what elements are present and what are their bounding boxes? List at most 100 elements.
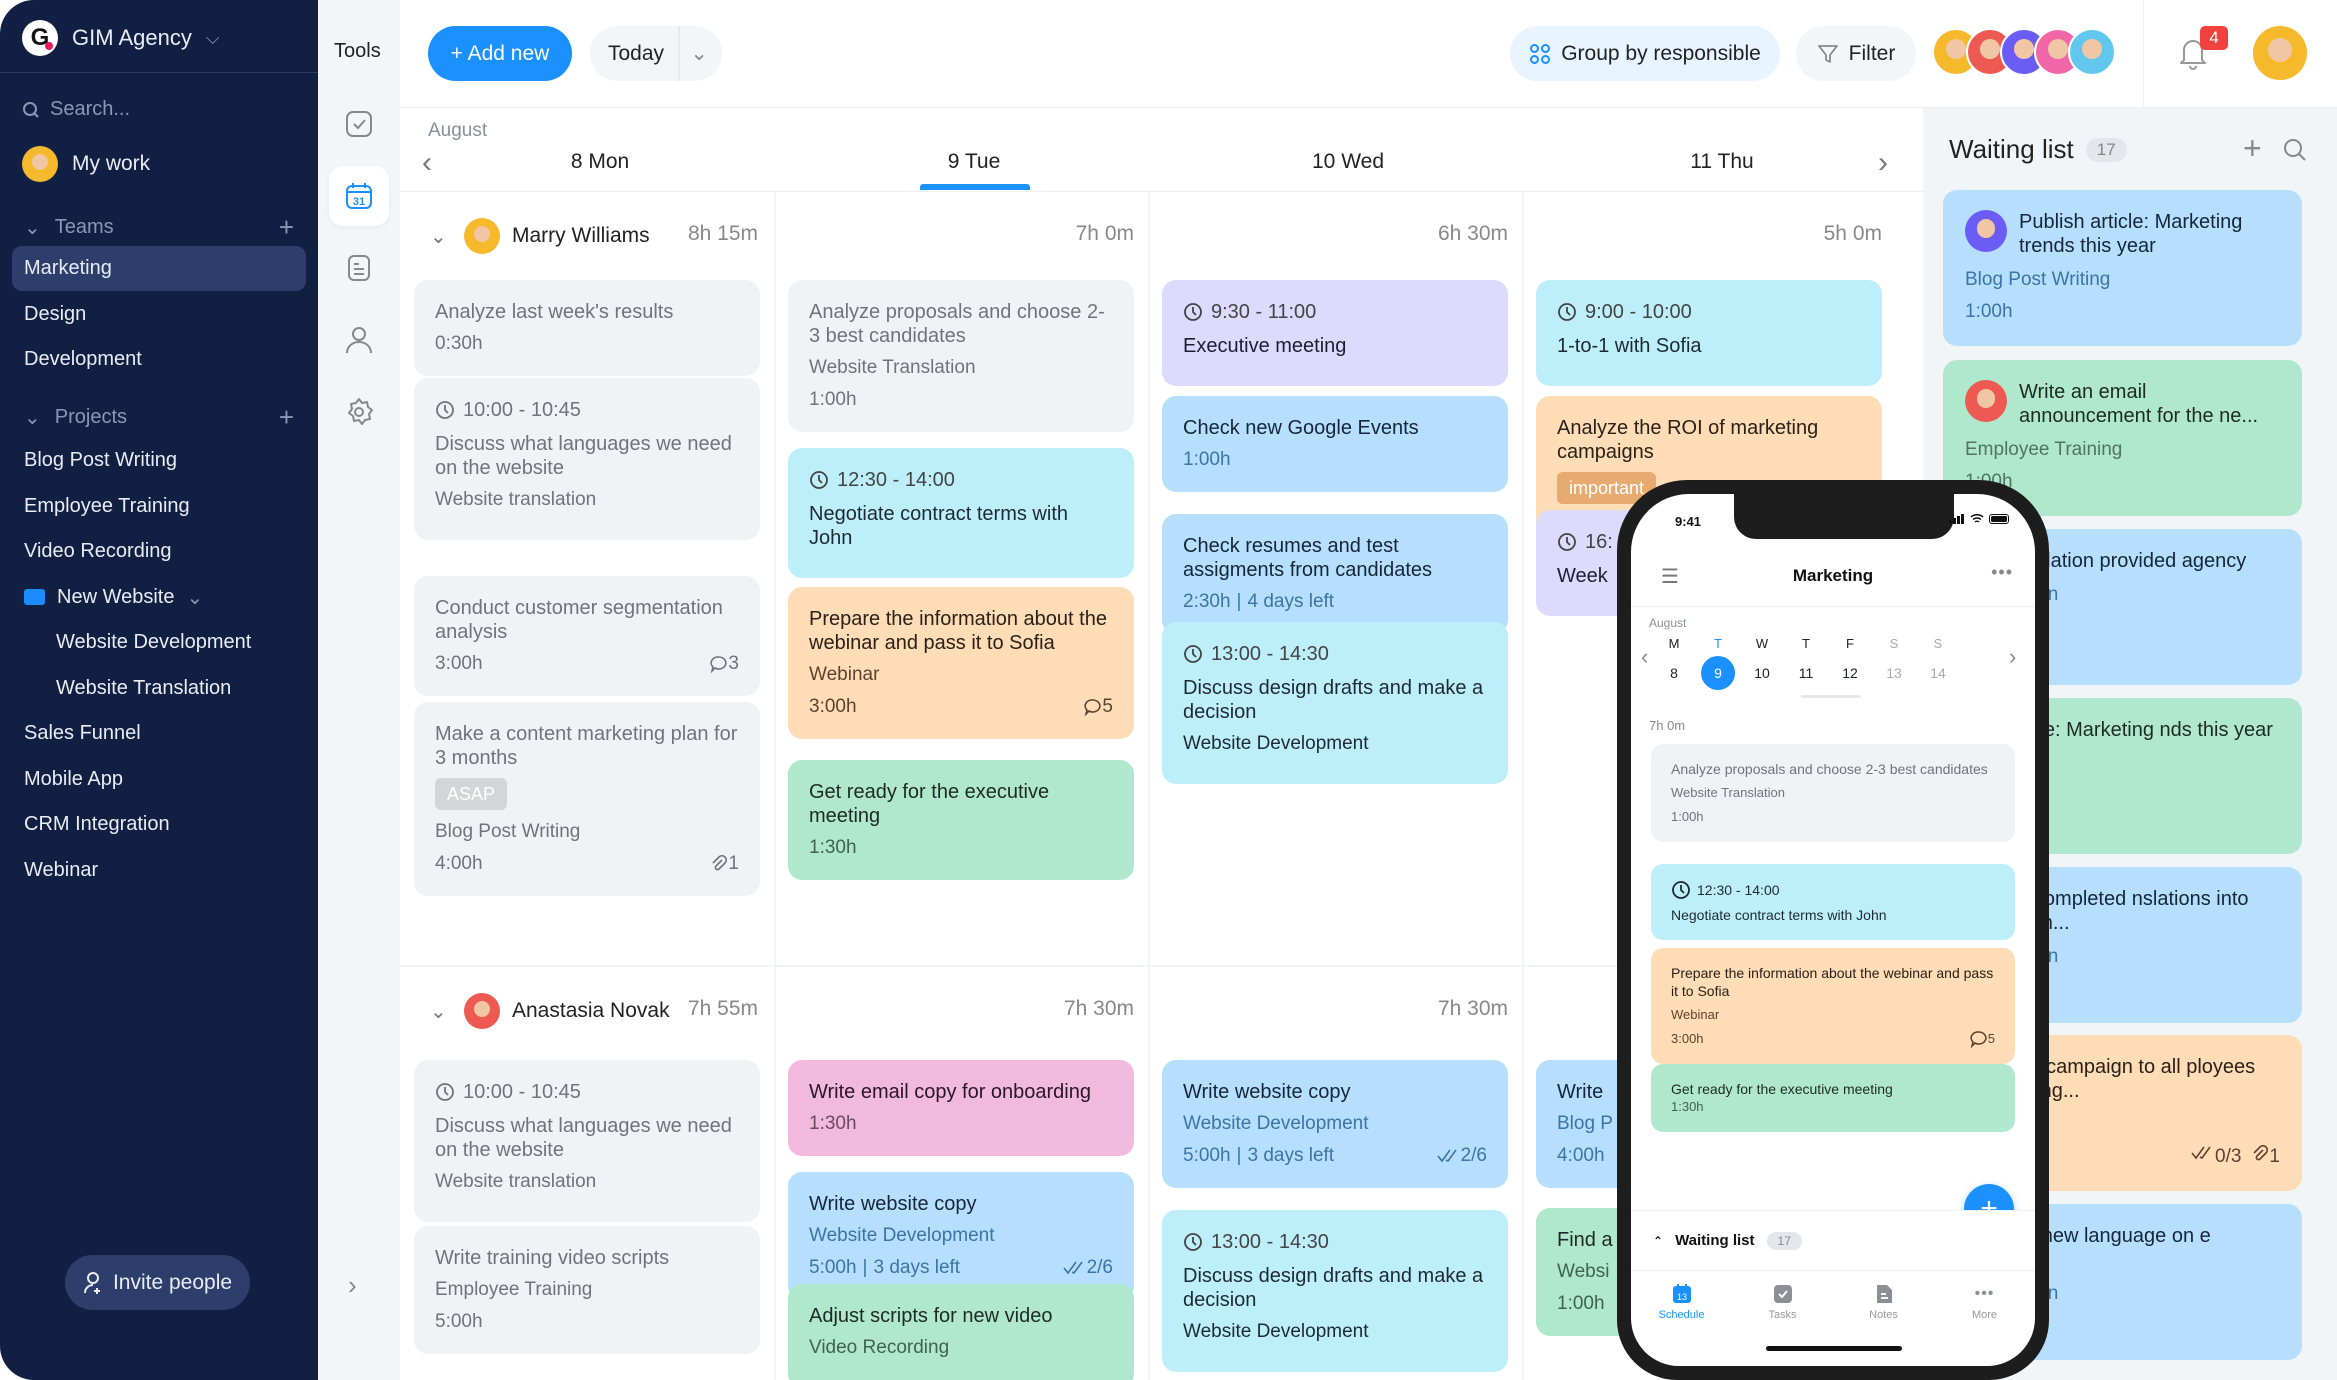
tab-notes[interactable]: Notes (1833, 1271, 1934, 1330)
sidebar-item-team[interactable]: Marketing (12, 246, 306, 291)
add-team-icon[interactable]: + (279, 212, 294, 243)
task-card[interactable]: 13:00 - 14:30 Discuss design drafts and m… (1162, 622, 1508, 784)
search-input[interactable]: Search... (22, 98, 130, 121)
sidebar-item-project[interactable]: Video Recording (12, 529, 306, 574)
date-cell[interactable]: 10 (1745, 656, 1779, 690)
date-cell[interactable]: 12 (1833, 656, 1867, 690)
chevron-down-icon[interactable]: ⌄ (430, 224, 452, 249)
notes-icon (1876, 1285, 1892, 1303)
tool-people[interactable] (329, 310, 389, 370)
date-cell[interactable]: 9 (1701, 656, 1735, 690)
prev-week-icon[interactable]: ‹ (1641, 644, 1648, 670)
tool-tasks[interactable] (329, 94, 389, 154)
org-switcher[interactable]: G GIM Agency ⌵ (22, 20, 220, 56)
time-range: 9:30 - 11:00 (1183, 300, 1487, 324)
divider (678, 26, 680, 81)
task-card[interactable]: 10:00 - 10:45 Discuss what languages we n… (414, 1060, 760, 1222)
task-card[interactable]: 12:30 - 14:00 Negotiate contract terms wi… (788, 448, 1134, 578)
task-card[interactable]: Write email copy for onboarding 1:30h (788, 1060, 1134, 1156)
tool-notes[interactable] (329, 238, 389, 298)
sidebar-item-project[interactable]: Website Translation (12, 666, 306, 711)
user-avatar[interactable] (2253, 26, 2307, 80)
task-card[interactable]: Adjust scripts for new video Video Record… (788, 1284, 1134, 1380)
next-week-icon[interactable]: › (2009, 644, 2016, 670)
task-card[interactable]: Get ready for the executive meeting 1:30h (788, 760, 1134, 880)
more-icon[interactable]: ••• (1991, 562, 2013, 583)
drag-handle[interactable] (1801, 695, 1861, 698)
task-card[interactable]: 9:00 - 10:00 1-to-1 with Sofia (1536, 280, 1882, 386)
sidebar-item-team[interactable]: Development (12, 337, 306, 382)
search-icon[interactable] (2283, 138, 2307, 162)
task-card[interactable]: Prepare the information about the webina… (788, 587, 1134, 739)
tab-tasks[interactable]: Tasks (1732, 1271, 1833, 1330)
projects-section-header[interactable]: ⌄ Projects + (24, 402, 294, 433)
attachment-text: 1 (2269, 1146, 2280, 1167)
task-card[interactable]: 10:00 - 10:45 Discuss what languages we n… (414, 378, 760, 540)
next-week-icon[interactable]: › (1878, 146, 1888, 180)
task-card[interactable]: Write website copy Website Development 5:0… (1162, 1060, 1508, 1188)
task-card[interactable]: Analyze proposals and choose 2-3 best ca… (788, 280, 1134, 432)
date-cell[interactable]: 14 (1921, 656, 1955, 690)
chevron-down-icon[interactable]: ⌄ (186, 585, 203, 610)
group-by-button[interactable]: Group by responsible (1510, 26, 1780, 81)
teams-section-header[interactable]: ⌄ Teams + (24, 212, 294, 243)
today-button[interactable]: Today ⌄ (590, 26, 722, 81)
tool-calendar[interactable]: 31 (329, 166, 389, 226)
my-work-link[interactable]: My work (22, 146, 150, 182)
day-header-selected[interactable]: 9 Tue (874, 150, 1074, 174)
tab-more[interactable]: ••• More (1934, 1271, 2035, 1330)
task-card[interactable]: 9:30 - 11:00 Executive meeting (1162, 280, 1508, 386)
attachment-icon (2253, 1145, 2269, 1161)
tool-settings[interactable] (329, 382, 389, 442)
chevron-down-icon[interactable]: ⌄ (690, 41, 708, 66)
task-meta-row: 3:00h 5 (809, 695, 1113, 719)
avatar[interactable] (2068, 28, 2116, 76)
tab-schedule[interactable]: 13 Schedule (1631, 1271, 1732, 1330)
expand-chevron-icon[interactable]: › (348, 1270, 357, 1301)
task-card[interactable]: Make a content marketing plan for 3 mont… (414, 702, 760, 896)
task-card[interactable]: Write website copy Website Development 5:0… (788, 1172, 1134, 1300)
sidebar-item-project[interactable]: Blog Post Writing (12, 438, 306, 483)
date-cell[interactable]: 11 (1789, 656, 1823, 690)
weekday-label: S (1889, 636, 1899, 651)
divider (1631, 606, 2035, 607)
sidebar-item-project[interactable]: Mobile App (12, 757, 306, 802)
task-card[interactable]: Conduct customer segmentation analysis 3:… (414, 576, 760, 696)
sidebar-item-project[interactable]: New Website ⌄ (12, 575, 306, 620)
task-meta-row: 5:00h | 3 days left 2/6 (809, 1256, 1113, 1280)
invite-people-button[interactable]: Invite people (65, 1255, 250, 1310)
sidebar-item-project[interactable]: CRM Integration (12, 802, 306, 847)
day-header[interactable]: 11 Thu (1622, 150, 1822, 174)
separator: | (1236, 591, 1242, 612)
task-card[interactable]: Analyze last week's results 0:30h (414, 280, 760, 376)
day-header[interactable]: 10 Wed (1248, 150, 1448, 174)
chevron-down-icon[interactable]: ⌄ (430, 999, 452, 1024)
day-header[interactable]: 8 Mon (500, 150, 700, 174)
prev-week-icon[interactable]: ‹ (422, 146, 432, 180)
sidebar-item-project[interactable]: Website Development (12, 620, 306, 665)
task-card[interactable]: Write training video scripts Employee Tra… (414, 1226, 760, 1354)
phone-waiting-list-bar[interactable]: ⌃ Waiting list 17 (1631, 1210, 2035, 1270)
team-avatars[interactable] (1932, 28, 2116, 76)
task-card[interactable]: Check resumes and test assigments from c… (1162, 514, 1508, 634)
date-cell[interactable]: 8 (1657, 656, 1691, 690)
sidebar-item-project[interactable]: Sales Funnel (12, 711, 306, 756)
column-divider (1522, 192, 1524, 1380)
sidebar-item-project[interactable]: Webinar (12, 848, 306, 893)
task-card[interactable]: Get ready for the executive meeting 1:30h (1651, 1064, 2015, 1132)
sidebar-item-team[interactable]: Design (12, 292, 306, 337)
date-cell[interactable]: 13 (1877, 656, 1911, 690)
teams-label: Teams (54, 216, 114, 238)
waiting-card[interactable]: Publish article: Marketing trends this y… (1943, 190, 2302, 346)
add-new-button[interactable]: + Add new (428, 26, 572, 81)
task-card[interactable]: 12:30 - 14:00 Negotiate contract terms wi… (1651, 864, 2015, 940)
task-card[interactable]: 13:00 - 14:30 Discuss design drafts and m… (1162, 1210, 1508, 1372)
task-card[interactable]: Check new Google Events 1:00h (1162, 396, 1508, 492)
add-project-icon[interactable]: + (279, 402, 294, 433)
filter-button[interactable]: Filter (1796, 26, 1916, 81)
task-card[interactable]: Analyze proposals and choose 2-3 best ca… (1651, 744, 2015, 842)
task-card[interactable]: Prepare the information about the webina… (1651, 948, 2015, 1064)
phone-month: August (1649, 616, 1687, 630)
sidebar-item-project[interactable]: Employee Training (12, 484, 306, 529)
add-icon[interactable]: + (2243, 130, 2262, 167)
